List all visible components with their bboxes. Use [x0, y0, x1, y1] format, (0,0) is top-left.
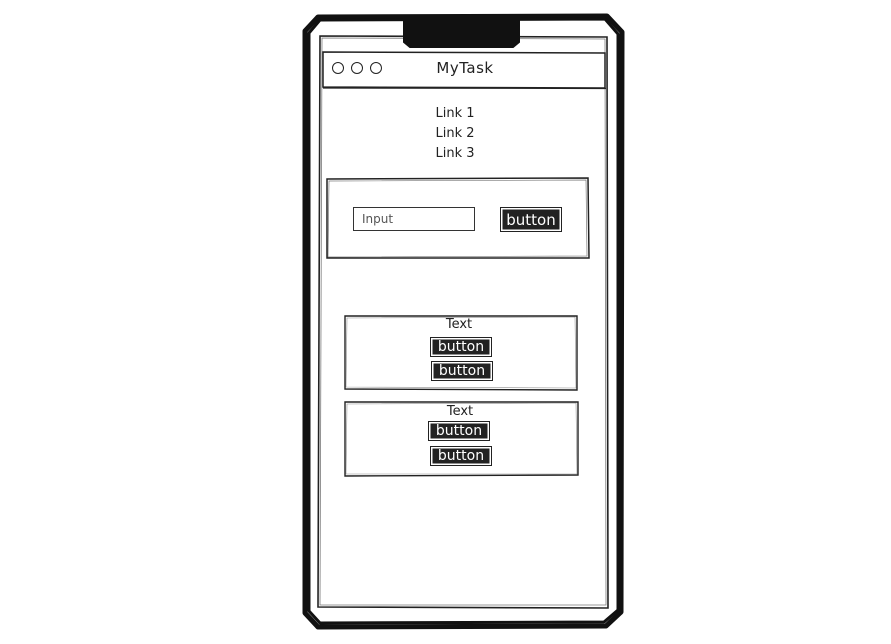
- card-1-text: Text: [445, 317, 473, 332]
- app-title: MyTask: [436, 59, 494, 77]
- card-1-button-2[interactable]: button: [431, 361, 493, 381]
- circle-icon[interactable]: [370, 62, 382, 74]
- circle-icon[interactable]: [332, 62, 344, 74]
- card-2-button-2[interactable]: button: [430, 446, 492, 466]
- form-submit-button[interactable]: button: [500, 207, 562, 232]
- notch: [403, 17, 520, 48]
- text-input[interactable]: [353, 207, 475, 231]
- nav-links: Link 1 Link 2 Link 3: [400, 104, 510, 164]
- circle-icon[interactable]: [351, 62, 363, 74]
- nav-link-3[interactable]: Link 3: [400, 144, 510, 164]
- nav-link-1[interactable]: Link 1: [400, 104, 510, 124]
- nav-link-2[interactable]: Link 2: [400, 124, 510, 144]
- window-controls: [332, 62, 392, 78]
- card-2-text: Text: [446, 404, 474, 419]
- card-1-button-1[interactable]: button: [430, 337, 492, 357]
- card-2-button-1[interactable]: button: [428, 421, 490, 441]
